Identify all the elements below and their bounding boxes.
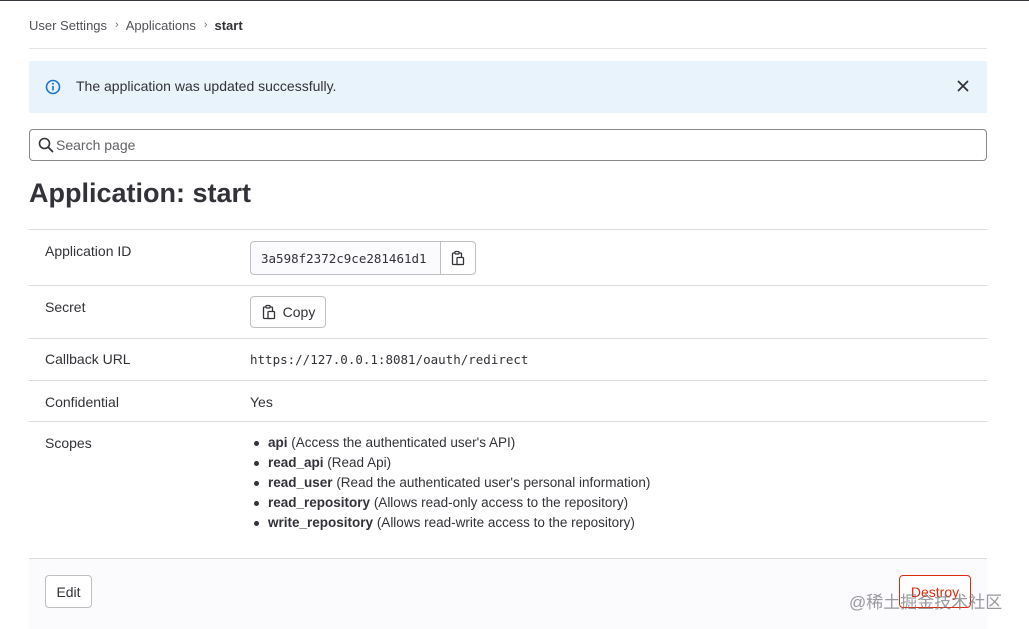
scope-item: read_user (Read the authenticated user's… bbox=[250, 473, 650, 493]
confidential-value: Yes bbox=[250, 394, 273, 410]
clipboard-icon bbox=[451, 250, 465, 266]
watermark: @稀土掘金技术社区 bbox=[849, 593, 1003, 612]
scope-description: (Access the authenticated user's API) bbox=[291, 435, 516, 450]
confidential-label: Confidential bbox=[45, 394, 119, 410]
confidential-row: Confidential Yes bbox=[29, 381, 987, 422]
close-icon[interactable] bbox=[953, 76, 973, 96]
scope-item: read_api (Read Api) bbox=[250, 453, 650, 473]
breadcrumb-user-settings[interactable]: User Settings bbox=[29, 18, 107, 33]
scope-name: read_repository bbox=[268, 495, 371, 510]
scope-item: read_repository (Allows read-only access… bbox=[250, 493, 650, 513]
chevron-right-icon: › bbox=[203, 19, 208, 31]
secret-label: Secret bbox=[45, 299, 86, 315]
search-field[interactable] bbox=[29, 129, 987, 161]
alert-message: The application was updated successfully… bbox=[76, 78, 337, 94]
scope-description: (Allows read-only access to the reposito… bbox=[373, 495, 629, 510]
copy-secret-button[interactable]: Copy bbox=[250, 296, 326, 328]
application-id-value[interactable]: 3a598f2372c9ce281461d1 bbox=[250, 241, 440, 275]
chevron-right-icon: › bbox=[115, 19, 119, 31]
secret-row: Secret Copy bbox=[29, 286, 987, 339]
scope-name: read_api bbox=[268, 455, 324, 470]
application-id-row: Application ID 3a598f2372c9ce281461d1 bbox=[29, 230, 987, 286]
breadcrumb: User Settings › Applications › start bbox=[29, 0, 987, 49]
search-input[interactable] bbox=[56, 130, 976, 160]
scope-item: api (Access the authenticated user's API… bbox=[250, 433, 650, 453]
edit-button[interactable]: Edit bbox=[45, 575, 92, 608]
page-title: Application: start bbox=[29, 178, 252, 208]
application-id-group: 3a598f2372c9ce281461d1 bbox=[250, 241, 476, 275]
breadcrumb-current[interactable]: start bbox=[215, 18, 243, 33]
scopes-list: api (Access the authenticated user's API… bbox=[250, 433, 650, 533]
copy-button-label: Copy bbox=[282, 304, 316, 320]
scope-description: (Read the authenticated user's personal … bbox=[336, 475, 651, 490]
scope-name: api bbox=[268, 435, 288, 450]
scope-name: read_user bbox=[268, 475, 333, 490]
scope-description: (Read Api) bbox=[327, 455, 392, 470]
info-icon bbox=[45, 79, 61, 95]
breadcrumb-applications[interactable]: Applications bbox=[126, 18, 196, 33]
callback-url-value: https://127.0.0.1:8081/oauth/redirect bbox=[250, 352, 529, 367]
callback-url-label: Callback URL bbox=[45, 351, 131, 367]
success-alert: The application was updated successfully… bbox=[29, 61, 987, 113]
clipboard-icon bbox=[262, 304, 275, 320]
page-container: User Settings › Applications › start The… bbox=[29, 0, 987, 629]
scopes-row: Scopes api (Access the authenticated use… bbox=[29, 422, 987, 560]
copy-application-id-button[interactable] bbox=[440, 241, 476, 275]
callback-url-row: Callback URL https://127.0.0.1:8081/oaut… bbox=[29, 339, 987, 381]
scope-item: write_repository (Allows read-write acce… bbox=[250, 513, 650, 533]
scope-description: (Allows read-write access to the reposit… bbox=[376, 515, 635, 530]
application-details-table: Application ID 3a598f2372c9ce281461d1 Se… bbox=[29, 229, 987, 560]
search-icon bbox=[38, 137, 54, 153]
scope-name: write_repository bbox=[268, 515, 374, 530]
scopes-label: Scopes bbox=[45, 435, 92, 451]
application-id-label: Application ID bbox=[45, 243, 132, 259]
actions-footer: Edit Destroy bbox=[29, 558, 987, 629]
